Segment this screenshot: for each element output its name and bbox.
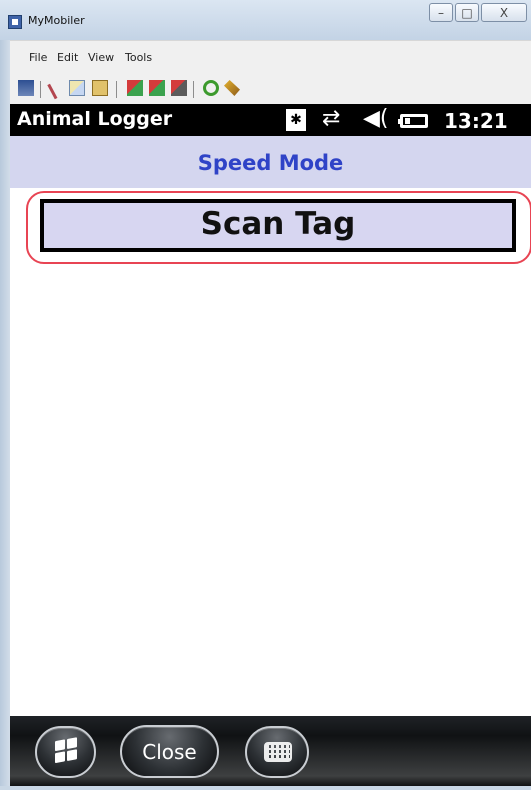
app-title: Animal Logger — [17, 108, 173, 130]
toolbar-separator — [193, 81, 194, 98]
screen-paste-icon[interactable] — [149, 80, 165, 96]
window-bottom-frame — [0, 786, 531, 790]
window-titlebar[interactable]: MyMobiler – □ X — [0, 0, 531, 40]
mode-label: Speed Mode — [197, 151, 344, 175]
toolbar-separator — [116, 81, 117, 98]
minimize-icon: – — [438, 6, 444, 20]
device-status-bar: Animal Logger ✱ ⇄ ◀( 13:21 — [10, 104, 531, 136]
menu-tools[interactable]: Tools — [125, 51, 152, 64]
menu-edit[interactable]: Edit — [57, 51, 78, 64]
status-icons: ✱ ⇄ ◀( 13:21 — [286, 106, 531, 134]
keyboard-button[interactable] — [245, 726, 309, 778]
close-window-button[interactable]: X — [481, 3, 527, 22]
battery-icon — [398, 114, 428, 128]
toolbar-separator — [40, 81, 41, 98]
connection-icon: ⇄ — [322, 106, 341, 131]
menu-view[interactable]: View — [88, 51, 114, 64]
refresh-icon[interactable] — [203, 80, 219, 96]
minimize-button[interactable]: – — [429, 3, 453, 22]
maximize-icon: □ — [461, 6, 473, 20]
maximize-button[interactable]: □ — [455, 3, 479, 22]
close-icon: X — [499, 6, 509, 20]
toolbar — [10, 70, 531, 104]
menu-file[interactable]: File — [29, 51, 47, 64]
mymobiler-window: MyMobiler – □ X File Edit View Tools Ani… — [0, 0, 531, 790]
speaker-icon: ◀( — [363, 106, 389, 131]
bluetooth-icon: ✱ — [286, 109, 306, 131]
device-icon[interactable] — [18, 80, 34, 96]
keyboard-icon — [264, 742, 292, 762]
screen-copy-icon[interactable] — [127, 80, 143, 96]
mode-bar: Speed Mode — [10, 136, 531, 188]
clear-icon[interactable] — [224, 80, 240, 96]
start-button[interactable] — [35, 726, 96, 778]
paste-icon[interactable] — [92, 80, 108, 96]
window-title: MyMobiler — [28, 14, 85, 27]
mymobiler-app-icon — [8, 15, 22, 29]
clock: 13:21 — [444, 109, 508, 133]
windows-mobile-taskbar: Close — [10, 716, 531, 790]
screen-capture-icon[interactable] — [171, 80, 187, 96]
copy-icon[interactable] — [69, 80, 85, 96]
scan-tag-button[interactable]: Scan Tag — [40, 199, 516, 252]
windows-logo-icon — [55, 737, 79, 766]
window-left-frame — [0, 40, 10, 790]
device-screen: Animal Logger ✱ ⇄ ◀( 13:21 Speed Mode Sc… — [10, 104, 531, 790]
menu-bar: File Edit View Tools — [10, 40, 531, 71]
close-button[interactable]: Close — [120, 725, 219, 778]
cut-icon[interactable] — [47, 76, 71, 100]
